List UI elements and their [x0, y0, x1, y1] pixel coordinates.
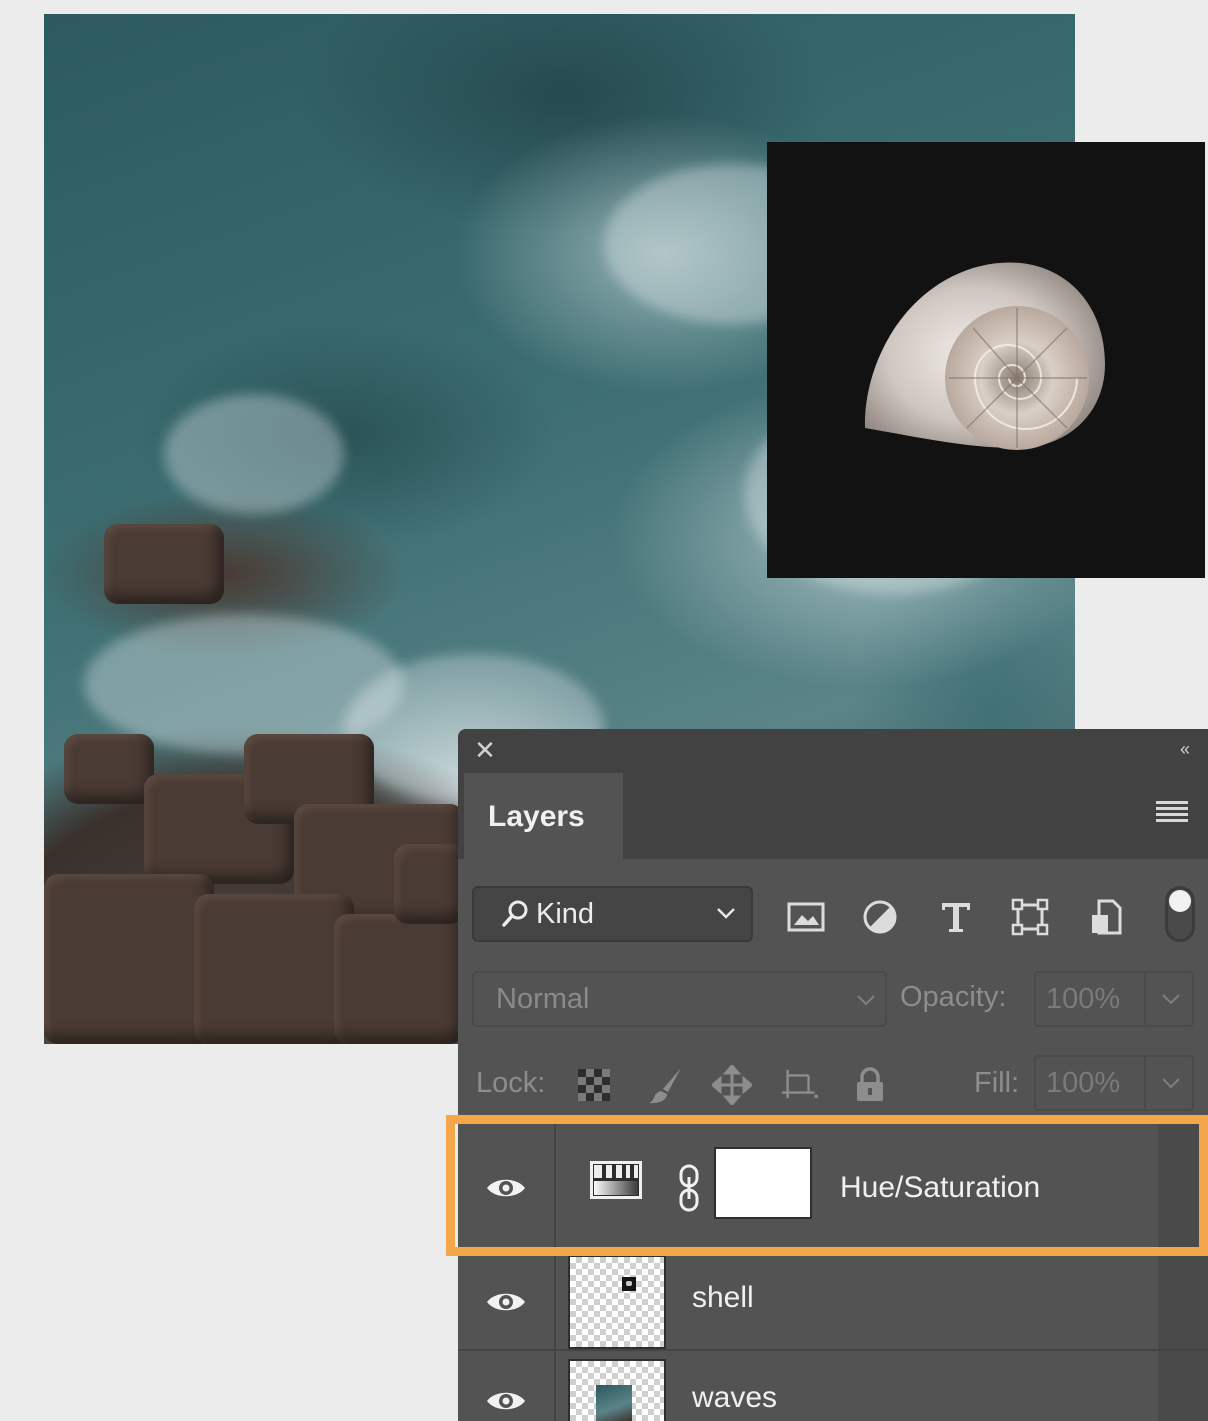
layer-name: Hue/Saturation	[840, 1171, 1041, 1204]
opacity-value: 100%	[1046, 982, 1121, 1015]
opacity-label: Opacity:	[900, 981, 1007, 1013]
eye-icon	[487, 1293, 525, 1311]
filter-toggle-switch[interactable]	[1165, 886, 1195, 942]
layer-list-scrollbar[interactable]	[1158, 1123, 1208, 1253]
chevron-down-icon[interactable]	[1160, 988, 1182, 1010]
blend-mode-select[interactable]: Normal	[472, 971, 887, 1027]
fill-label: Fill:	[974, 1067, 1020, 1099]
lock-artboard-icon[interactable]	[780, 1065, 820, 1105]
smart-object-filter-icon[interactable]	[1086, 897, 1126, 937]
visibility-toggle[interactable]	[458, 1255, 556, 1349]
shell-image	[767, 142, 1205, 578]
lock-transparent-pixels-icon[interactable]	[574, 1065, 614, 1105]
blend-mode-value: Normal	[496, 982, 590, 1015]
layer-row-shell[interactable]: shell	[458, 1255, 1208, 1351]
chevron-down-icon[interactable]	[1160, 1072, 1182, 1094]
layer-name: shell	[692, 1281, 754, 1314]
tab-layers[interactable]: Layers	[464, 773, 623, 861]
close-panel-button[interactable]: ✕	[472, 737, 498, 763]
layer-mask-thumbnail[interactable]	[714, 1147, 812, 1219]
layers-panel: ✕ ‹‹ Layers Kind Normal Opacity: 100% Lo…	[458, 729, 1208, 1421]
eye-icon	[487, 1179, 525, 1197]
panel-menu-icon[interactable]	[1156, 801, 1188, 823]
layer-row-hue-saturation[interactable]: Hue/Saturation	[458, 1123, 1208, 1255]
chevron-down-icon	[717, 908, 735, 919]
layer-row-waves[interactable]: waves	[458, 1351, 1208, 1421]
layer-thumbnail-waves[interactable]	[568, 1359, 666, 1421]
shape-filter-icon[interactable]	[1010, 897, 1050, 937]
fill-field[interactable]: 100%	[1034, 1055, 1194, 1111]
layer-name: waves	[692, 1381, 778, 1414]
lock-position-icon[interactable]	[712, 1065, 752, 1105]
adjustment-filter-icon[interactable]	[860, 897, 900, 937]
layer-list-scrollbar[interactable]	[1158, 1255, 1208, 1349]
tab-layers-label: Layers	[488, 800, 585, 833]
eye-icon	[487, 1392, 525, 1410]
lock-label: Lock:	[476, 1067, 546, 1099]
mask-link-icon[interactable]	[676, 1163, 702, 1213]
filter-kind-label: Kind	[536, 897, 595, 930]
visibility-toggle[interactable]	[458, 1351, 556, 1421]
layer-list-scrollbar[interactable]	[1158, 1351, 1208, 1421]
layer-thumbnail-shell[interactable]	[568, 1255, 666, 1349]
collapse-panel-button[interactable]: ‹‹	[1180, 739, 1190, 760]
search-icon	[502, 900, 528, 927]
chevron-down-icon	[857, 995, 875, 1006]
lock-image-pixels-icon[interactable]	[646, 1065, 686, 1105]
lock-all-icon[interactable]	[850, 1065, 890, 1105]
panel-tab-strip: Layers	[458, 771, 1208, 861]
fill-value: 100%	[1046, 1066, 1121, 1099]
image-filter-icon[interactable]	[786, 897, 826, 937]
hue-saturation-adjustment-icon	[590, 1161, 642, 1199]
layer-filter-select[interactable]: Kind	[472, 886, 753, 942]
panel-title-bar: ✕ ‹‹	[458, 729, 1208, 771]
visibility-toggle[interactable]	[458, 1123, 556, 1253]
opacity-field[interactable]: 100%	[1034, 971, 1194, 1027]
type-filter-icon[interactable]	[936, 897, 976, 937]
